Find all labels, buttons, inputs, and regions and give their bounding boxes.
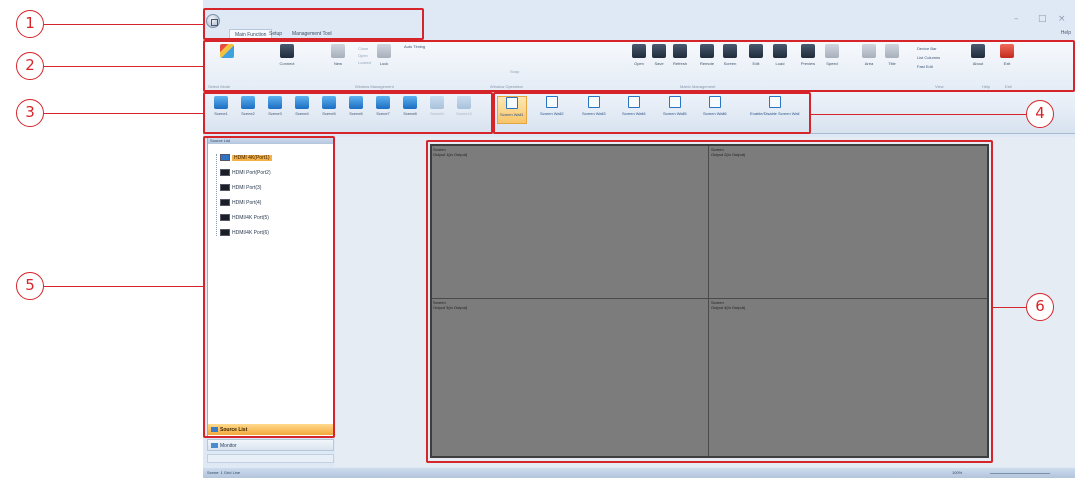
monitor-tab[interactable]: Monitor — [207, 439, 334, 451]
leader-line-3 — [44, 113, 203, 114]
maximize-icon[interactable]: □ — [1038, 14, 1047, 24]
leader-line-6 — [993, 307, 1026, 308]
leader-line-1 — [44, 24, 203, 25]
highlight-box-5 — [203, 136, 335, 438]
callout-1: 1 — [16, 10, 44, 38]
zoom-level: 100% — [952, 470, 963, 475]
highlight-box-4 — [493, 92, 811, 134]
status-bar: Scene: 1 Grid Line — [203, 468, 1075, 478]
highlight-box-6 — [426, 140, 993, 463]
leader-line-5 — [44, 286, 203, 287]
status-text: Scene: 1 Grid Line — [207, 470, 241, 475]
minimize-icon[interactable]: – — [1014, 14, 1019, 24]
zoom-slider[interactable] — [990, 473, 1050, 474]
callout-6: 6 — [1026, 293, 1054, 321]
callout-5: 5 — [16, 272, 44, 300]
leader-line-2 — [44, 66, 203, 67]
panel-scroll-bar[interactable] — [207, 454, 334, 463]
highlight-box-3 — [203, 92, 493, 134]
help-menu[interactable]: Help — [1061, 30, 1071, 36]
highlight-box-1 — [203, 8, 424, 40]
callout-3: 3 — [16, 99, 44, 127]
leader-line-4 — [811, 114, 1026, 115]
callout-2: 2 — [16, 52, 44, 80]
screenshot-stage: – □ × Main Function Setup Management Too… — [0, 0, 1075, 478]
highlight-box-2 — [203, 40, 1075, 92]
close-icon[interactable]: × — [1058, 14, 1066, 24]
callout-4: 4 — [1026, 100, 1054, 128]
